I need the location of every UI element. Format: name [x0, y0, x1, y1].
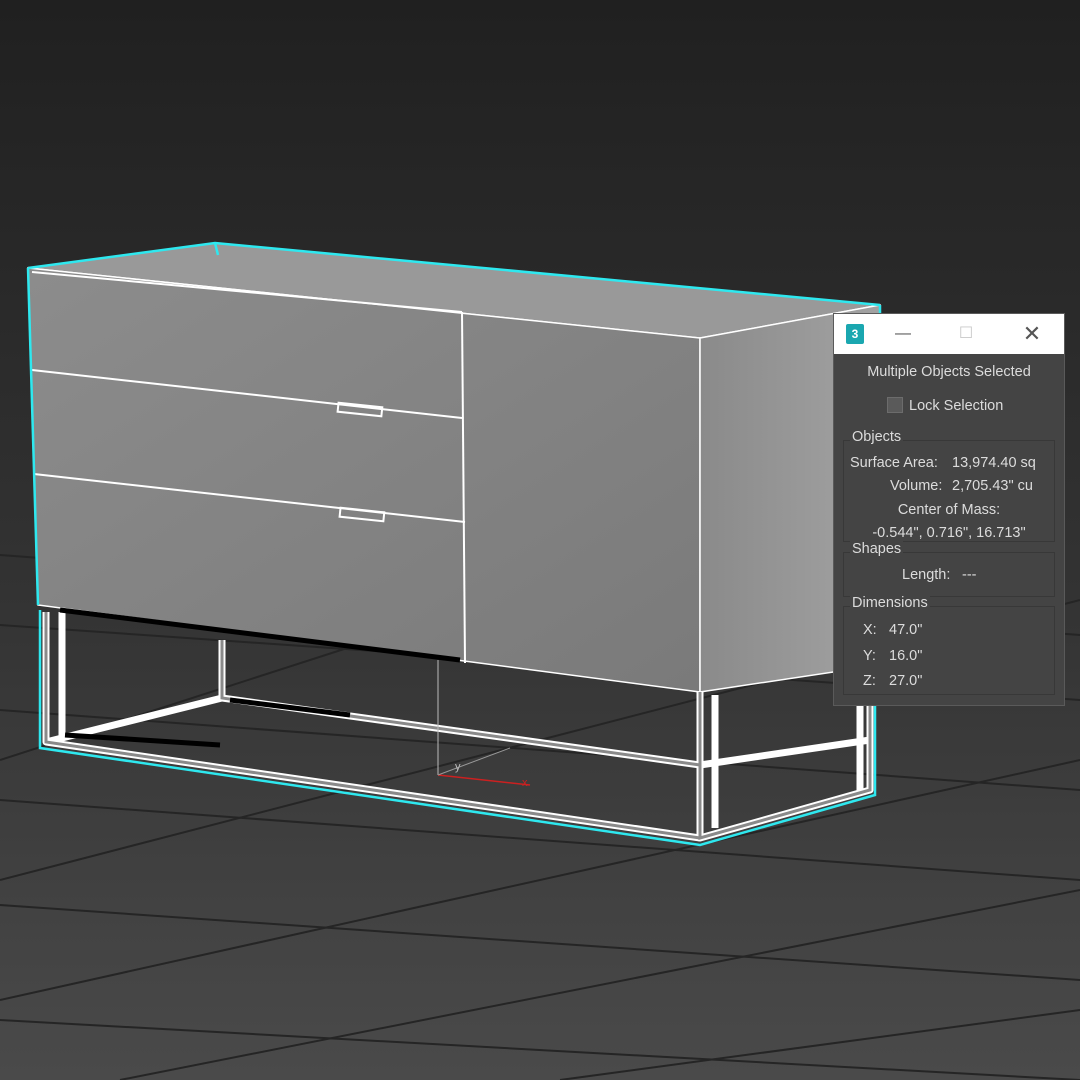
dimension-z-value: 27.0": [889, 673, 923, 689]
objects-group-title: Objects: [850, 429, 904, 445]
dimension-x-label: X:: [863, 622, 877, 638]
length-value: ---: [962, 567, 977, 583]
objects-group: Objects Surface Area: 13,974.40 sq Volum…: [843, 429, 1055, 542]
lock-selection-checkbox[interactable]: [887, 397, 903, 413]
minimize-button[interactable]: —: [880, 314, 926, 354]
dimension-x-value: 47.0": [889, 622, 923, 638]
surface-area-value: 13,974.40 sq: [952, 455, 1036, 471]
selection-status: Multiple Objects Selected: [867, 364, 1031, 380]
gizmo-y-label: y: [455, 761, 461, 773]
dimensions-group: Dimensions X: 47.0" Y: 16.0" Z: 27.0": [843, 595, 1055, 695]
dialog-titlebar[interactable]: 3 — ☐ ✕: [834, 314, 1064, 354]
volume-value: 2,705.43" cu: [952, 478, 1033, 494]
measure-dialog[interactable]: 3 — ☐ ✕ Multiple Objects Selected Lock S…: [833, 313, 1065, 706]
dimension-y-value: 16.0": [889, 648, 923, 664]
surface-area-label: Surface Area:: [850, 455, 938, 471]
volume-label: Volume:: [890, 478, 943, 494]
close-button[interactable]: ✕: [1009, 314, 1055, 354]
dimension-z-label: Z:: [863, 673, 876, 689]
shapes-group: Shapes Length: ---: [843, 541, 1055, 597]
3ds-max-icon: 3: [846, 324, 864, 344]
maximize-button[interactable]: ☐: [943, 314, 989, 354]
center-of-mass-value: -0.544", 0.716", 16.713": [872, 525, 1026, 541]
dimension-y-label: Y:: [863, 648, 876, 664]
center-of-mass-label: Center of Mass:: [897, 502, 1001, 518]
gizmo-x-label: x: [522, 777, 528, 789]
shapes-group-title: Shapes: [850, 541, 904, 557]
length-label: Length:: [902, 567, 951, 583]
dimensions-group-title: Dimensions: [850, 595, 930, 611]
lock-selection-label[interactable]: Lock Selection: [909, 398, 1003, 414]
